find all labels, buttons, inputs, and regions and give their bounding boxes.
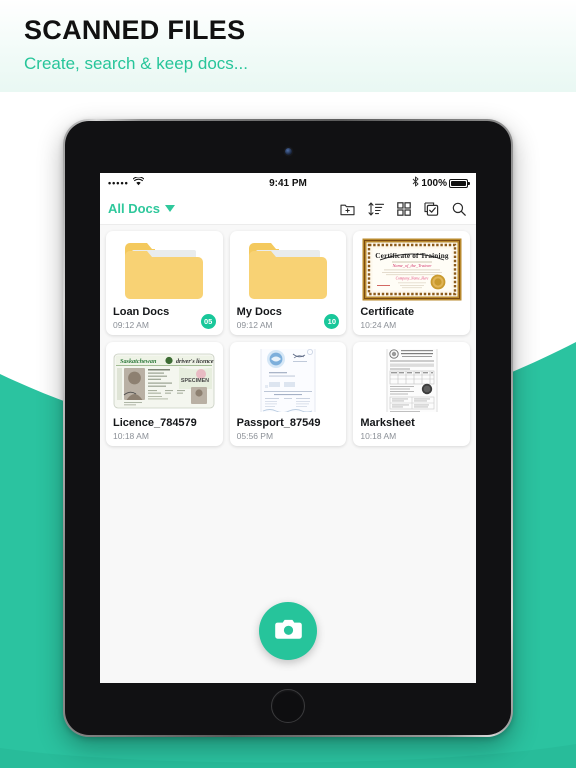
new-folder-icon[interactable] <box>340 202 355 216</box>
file-row: Saskatchewan driver's licence SPECIMEN L… <box>106 342 471 447</box>
filter-label: All Docs <box>108 201 161 216</box>
file-title: Loan Docs <box>113 306 170 318</box>
battery-icon <box>449 178 470 188</box>
home-button[interactable] <box>271 689 305 723</box>
search-icon[interactable] <box>452 202 466 216</box>
svg-text:Name_of_the_Trainee: Name_of_the_Trainee <box>391 263 431 268</box>
battery-percent-label: 100% <box>421 177 447 189</box>
scan-camera-fab[interactable] <box>259 602 317 660</box>
file-time: 10:18 AM <box>360 430 397 441</box>
wifi-icon <box>132 176 145 189</box>
file-card-licence[interactable]: Saskatchewan driver's licence SPECIMEN L… <box>106 342 223 447</box>
front-camera-icon <box>284 148 292 155</box>
page-subtitle: Create, search & keep docs... <box>24 54 248 73</box>
file-title: Licence_784579 <box>113 417 197 430</box>
select-icon[interactable] <box>424 201 439 216</box>
file-title: Passport_87549 <box>236 417 321 430</box>
device-screen: ••••• 9:41 PM 100% All Docs Loan Docs 09… <box>100 173 476 683</box>
chevron-down-icon <box>165 205 176 212</box>
tablet-device-frame: ••••• 9:41 PM 100% All Docs Loan Docs 09… <box>63 119 513 737</box>
app-screenshot: SCANNED FILES Create, search & keep docs… <box>0 0 576 768</box>
file-card-loan-docs[interactable]: Loan Docs 09:12 AM 05 <box>106 231 223 336</box>
svg-text:Company_Name_Here: Company_Name_Here <box>395 277 428 281</box>
file-title: My Docs <box>236 306 282 318</box>
folder-count-badge: 05 <box>200 314 216 330</box>
bluetooth-icon <box>412 176 419 190</box>
page-header: SCANNED FILES Create, search & keep docs… <box>0 0 576 92</box>
folder-thumbnail <box>237 238 340 301</box>
app-toolbar: All Docs <box>100 193 476 225</box>
status-bar-left: ••••• <box>108 176 145 189</box>
svg-text:driver's licence: driver's licence <box>176 359 214 365</box>
file-card-passport[interactable]: Passport_87549 05:56 PM <box>229 342 347 447</box>
toolbar-actions <box>340 201 466 216</box>
status-bar: ••••• 9:41 PM 100% <box>100 173 476 193</box>
file-time: 10:18 AM <box>113 430 149 441</box>
folder-thumbnail <box>113 238 216 301</box>
file-grid: Loan Docs 09:12 AM 05 My Docs 09:12 AM 1… <box>100 225 476 447</box>
file-card-certificate[interactable]: Certificate of Training Name_of_the_Trai… <box>353 231 471 336</box>
file-time: 05:56 PM <box>236 430 274 441</box>
file-card-marksheet[interactable]: Marksheet 10:18 AM <box>353 342 471 447</box>
certificate-thumbnail: Certificate of Training Name_of_the_Trai… <box>360 238 463 301</box>
file-time: 10:24 AM <box>360 319 397 330</box>
grid-view-icon[interactable] <box>397 201 411 216</box>
svg-text:Saskatchewan: Saskatchewan <box>120 358 157 365</box>
file-row: Loan Docs 09:12 AM 05 My Docs 09:12 AM 1… <box>106 231 471 336</box>
tablet-bezel: ••••• 9:41 PM 100% All Docs Loan Docs 09… <box>65 121 511 735</box>
svg-text:Certificate of Training: Certificate of Training <box>375 252 449 260</box>
passport-thumbnail <box>237 349 340 413</box>
file-title: Certificate <box>360 306 415 318</box>
marksheet-thumbnail <box>360 349 463 413</box>
page-title: SCANNED FILES <box>24 15 246 45</box>
status-bar-right: 100% <box>412 176 470 190</box>
file-title: Marksheet <box>360 417 415 430</box>
file-card-my-docs[interactable]: My Docs 09:12 AM 10 <box>229 231 347 336</box>
signal-dots-icon: ••••• <box>108 177 129 188</box>
sort-icon[interactable] <box>368 201 384 216</box>
camera-icon <box>274 618 302 645</box>
filter-all-docs-dropdown[interactable]: All Docs <box>108 201 176 216</box>
licence-thumbnail: Saskatchewan driver's licence SPECIMEN <box>113 349 216 412</box>
svg-text:SPECIMEN: SPECIMEN <box>181 378 209 384</box>
